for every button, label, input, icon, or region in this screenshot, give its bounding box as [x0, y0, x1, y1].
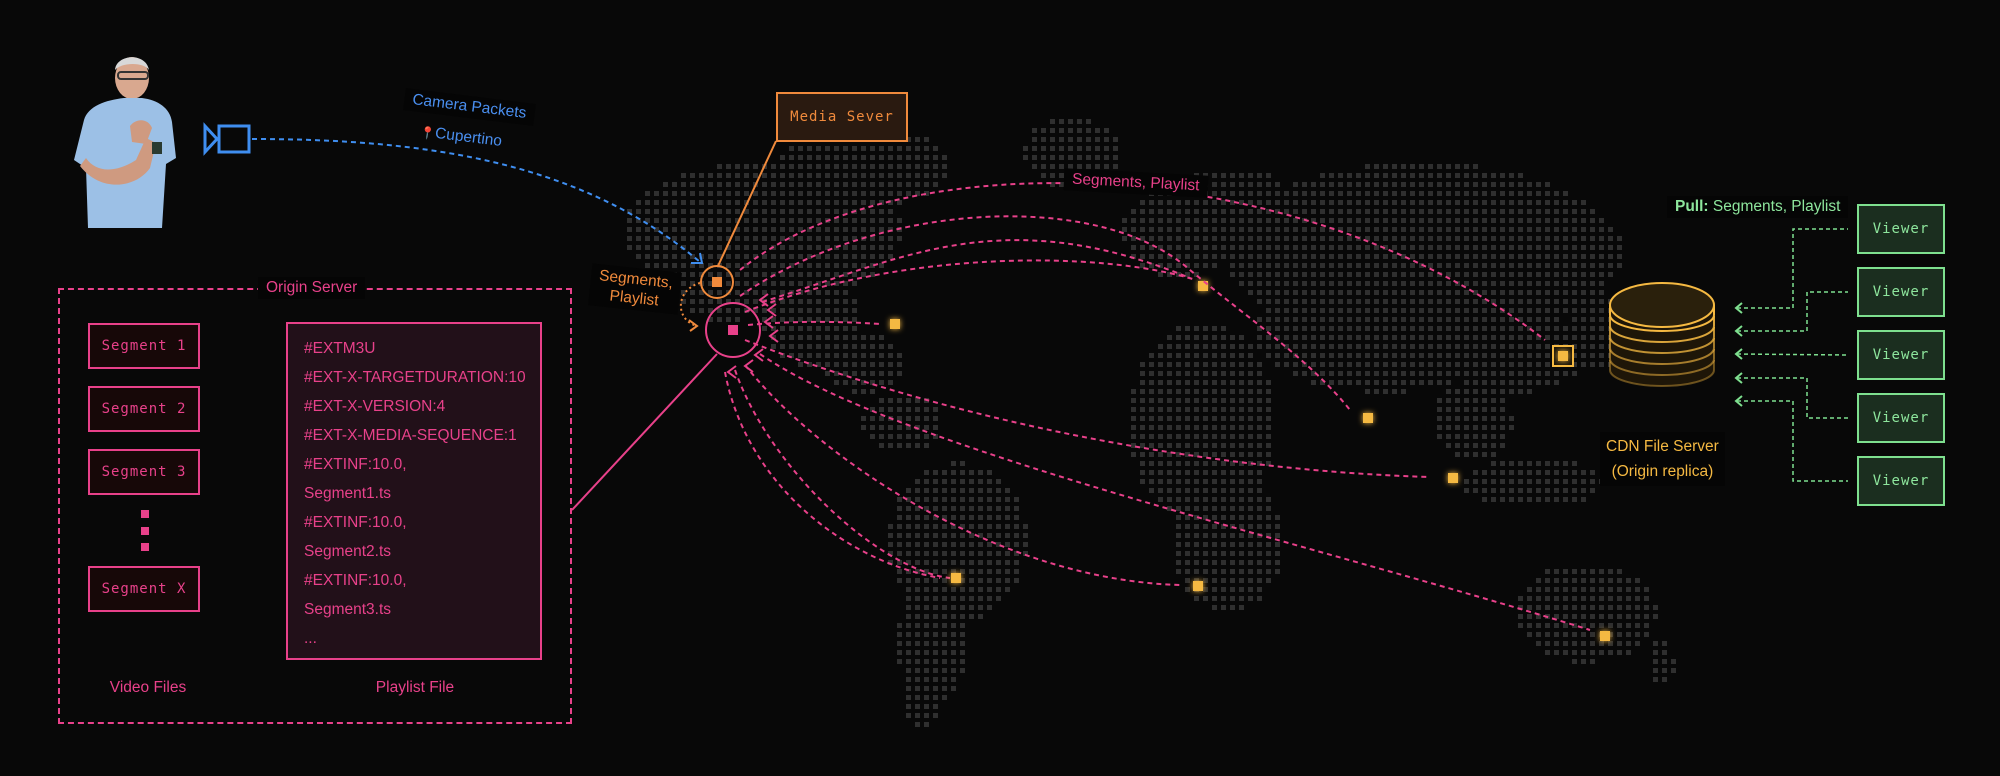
- playlist-line: #EXTM3U: [304, 340, 376, 357]
- playlist-line: #EXT-X-VERSION:4: [304, 398, 446, 415]
- playlist-line: Segment3.ts: [304, 601, 392, 618]
- media-server-box[interactable]: Media Sever: [776, 92, 908, 142]
- ellipsis-dot: [141, 543, 149, 551]
- distribution-links: [724, 182, 1610, 641]
- playlist-line: Segment1.ts: [304, 485, 392, 502]
- origin-server-title: Origin Server: [258, 277, 366, 299]
- segment-label: Segment 1: [101, 338, 187, 354]
- playlist-line: ...: [304, 630, 317, 647]
- ingest-arc: [679, 282, 701, 327]
- presenter-figure: [74, 57, 176, 228]
- ellipsis-dot: [141, 510, 149, 518]
- cdn-database-icon: [1609, 282, 1715, 387]
- origin-node: [728, 325, 738, 335]
- distribution-link: [759, 353, 1591, 631]
- arrowhead-icon: [768, 329, 779, 343]
- segment-box[interactable]: Segment 3: [88, 449, 200, 495]
- viewer-box[interactable]: Viewer: [1857, 267, 1945, 317]
- edge-server-node: [1600, 631, 1610, 641]
- playlist-line: #EXT-X-MEDIA-SEQUENCE:1: [304, 427, 517, 444]
- viewer-box[interactable]: Viewer: [1857, 393, 1945, 443]
- cdn-label-line1: CDN File Server: [1606, 438, 1719, 455]
- distribution-link: [739, 215, 1351, 411]
- viewer-label: Viewer: [1872, 284, 1930, 300]
- video-camera-icon: [203, 122, 251, 156]
- playlist-file-box[interactable]: #EXTM3U #EXT-X-TARGETDURATION:10 #EXT-X-…: [286, 322, 542, 660]
- playlist-line: #EXTINF:10.0,: [304, 514, 407, 531]
- pull-label: Pull: Segments, Playlist: [1667, 196, 1849, 218]
- distribution-link: [744, 339, 1431, 478]
- pull-link: [1737, 228, 1848, 309]
- viewer-label: Viewer: [1872, 347, 1930, 363]
- cdn-label-line2: (Origin replica): [1611, 463, 1714, 480]
- segment-label: Segment X: [101, 581, 187, 597]
- arrowhead-icon: [763, 315, 774, 329]
- playlist-line: Segment2.ts: [304, 543, 392, 560]
- viewer-label: Viewer: [1872, 410, 1930, 426]
- distribution-link: [724, 371, 941, 579]
- playlist-file-label: Playlist File: [375, 679, 455, 696]
- distribution-link: [761, 239, 1191, 303]
- camera-packets-link: [251, 138, 701, 263]
- distribution-link: [744, 364, 1181, 586]
- edge-server-node: [1448, 473, 1458, 483]
- distribution-link: [734, 369, 951, 579]
- viewer-label: Viewer: [1872, 221, 1930, 237]
- pull-label-text: Segments, Playlist: [1708, 198, 1841, 215]
- playlist-line: #EXT-X-TARGETDURATION:10: [304, 369, 526, 386]
- presenter-photo: [66, 48, 182, 228]
- edge-server-node: [1363, 413, 1373, 423]
- viewer-pull-links: [1734, 228, 1849, 482]
- streaming-architecture-diagram: Camera Packets 📍Cupertino Media Sever Se…: [0, 0, 2000, 776]
- cdn-edge-node: [1558, 351, 1568, 361]
- arrowhead-icon: [743, 359, 754, 373]
- segment-box[interactable]: Segment X: [88, 566, 200, 612]
- edge-server-node: [951, 573, 961, 583]
- cylinder-top: [1609, 282, 1715, 328]
- segment-label: Segment 2: [101, 401, 187, 417]
- segment-box[interactable]: Segment 2: [88, 386, 200, 432]
- viewer-box[interactable]: Viewer: [1857, 456, 1945, 506]
- viewer-box[interactable]: Viewer: [1857, 204, 1945, 254]
- edge-server-node: [890, 319, 900, 329]
- ellipsis-dot: [141, 527, 149, 535]
- arrowhead-icon: [766, 303, 777, 317]
- media-server-label: Media Sever: [790, 109, 894, 125]
- viewer-box[interactable]: Viewer: [1857, 330, 1945, 380]
- playlist-line: #EXTINF:10.0,: [304, 572, 407, 589]
- origin-node-connector: [571, 353, 718, 511]
- pull-link: [1737, 400, 1848, 482]
- arrowhead-icon: [758, 293, 769, 307]
- edge-server-node: [1193, 581, 1203, 591]
- media-server-node: [712, 277, 722, 287]
- segment-label: Segment 3: [101, 464, 187, 480]
- video-files-label: Video Files: [109, 679, 187, 696]
- media-server-connector: [717, 140, 777, 267]
- cdn-label: CDN File Server (Origin replica): [1600, 432, 1725, 486]
- viewer-label: Viewer: [1872, 473, 1930, 489]
- playlist-line: #EXTINF:10.0,: [304, 456, 407, 473]
- pull-link: [1736, 353, 1849, 356]
- distribution-link: [744, 259, 1197, 313]
- segment-box[interactable]: Segment 1: [88, 323, 200, 369]
- pull-label-bold: Pull:: [1675, 198, 1709, 215]
